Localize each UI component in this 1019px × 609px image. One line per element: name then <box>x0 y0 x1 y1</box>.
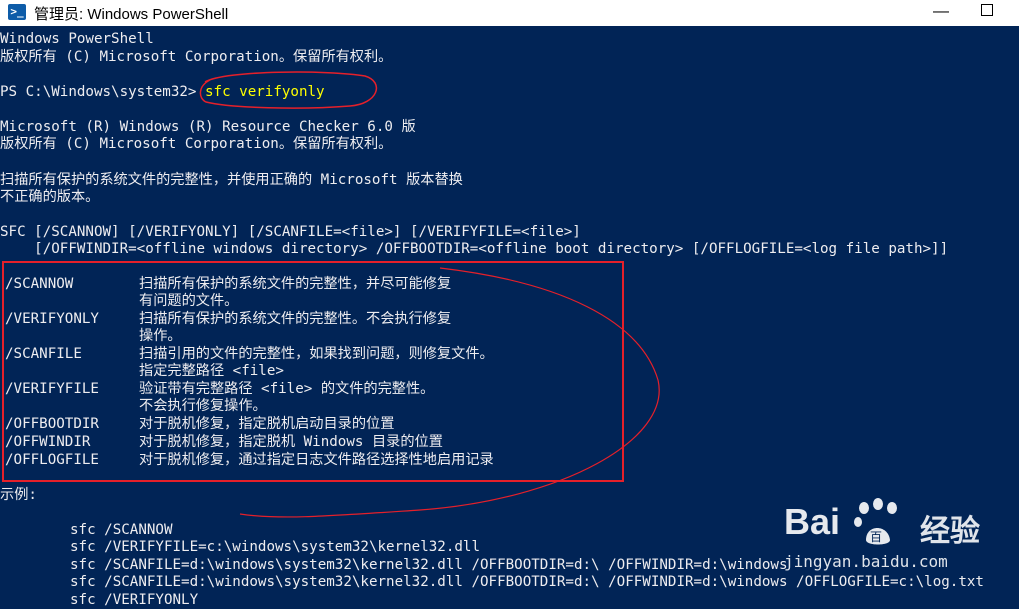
usage-line: SFC [/SCANNOW] [/VERIFYONLY] [/SCANFILE=… <box>0 224 581 240</box>
baidu-jingyan-watermark: Bai 百 经验 jingyan.baidu.com <box>784 492 1014 592</box>
option-desc: 扫描所有保护的系统文件的完整性。不会执行修复 <box>139 311 452 327</box>
option-desc: 对于脱机修复，指定脱机启动目录的位置 <box>139 416 395 432</box>
checker-header-line: Microsoft (R) Windows (R) Resource Check… <box>0 119 416 135</box>
typed-command: sfc verifyonly <box>205 84 325 100</box>
paw-text: 百 <box>870 530 882 544</box>
option-desc: 扫描所有保护的系统文件的完整性，并尽可能修复 <box>139 276 452 292</box>
prompt-line: PS C:\Windows\system32> sfc verifyonly <box>0 84 325 101</box>
watermark-url: jingyan.baidu.com <box>784 552 948 571</box>
option-flag: /OFFBOOTDIR <box>5 416 99 432</box>
option-desc: 指定完整路径 <file> <box>139 363 284 379</box>
example-line: sfc /VERIFYFILE=c:\windows\system32\kern… <box>70 539 480 555</box>
description-line: 不正确的版本。 <box>0 189 100 205</box>
baidu-paw-logo: Bai 百 <box>784 498 897 545</box>
baidu-logo-text: Bai <box>784 501 840 542</box>
option-desc: 对于脱机修复，指定脱机 Windows 目录的位置 <box>139 434 443 450</box>
option-desc: 操作。 <box>139 328 182 344</box>
checker-header-line: 版权所有 (C) Microsoft Corporation。保留所有权利。 <box>0 136 393 152</box>
jingyan-text: 经验 <box>920 514 980 549</box>
option-flag: /SCANNOW <box>5 276 74 292</box>
option-desc: 对于脱机修复，通过指定日志文件路径选择性地启用记录 <box>139 452 494 468</box>
banner-line: Windows PowerShell <box>0 31 154 47</box>
examples-label: 示例: <box>0 487 37 503</box>
example-line: sfc /SCANNOW <box>70 522 173 538</box>
option-flag: /VERIFYFILE <box>5 381 99 397</box>
option-flag: /OFFWINDIR <box>5 434 91 450</box>
example-line: sfc /SCANFILE=d:\windows\system32\kernel… <box>70 557 788 573</box>
option-desc: 不会执行修复操作。 <box>139 398 267 414</box>
option-flag: /OFFLOGFILE <box>5 452 99 468</box>
prompt: PS C:\Windows\system32> <box>0 84 197 100</box>
option-desc: 有问题的文件。 <box>139 293 239 309</box>
banner-line: 版权所有 (C) Microsoft Corporation。保留所有权利。 <box>0 49 393 65</box>
usage-line: [/OFFWINDIR=<offline windows directory> … <box>0 241 949 257</box>
description-line: 扫描所有保护的系统文件的完整性，并使用正确的 Microsoft 版本替换 <box>0 172 463 188</box>
option-flag: /SCANFILE <box>5 346 82 362</box>
option-flag: /VERIFYONLY <box>5 311 99 327</box>
option-desc: 验证带有完整路径 <file> 的文件的完整性。 <box>139 381 435 397</box>
option-desc: 扫描引用的文件的完整性，如果找到问题，则修复文件。 <box>139 346 494 362</box>
